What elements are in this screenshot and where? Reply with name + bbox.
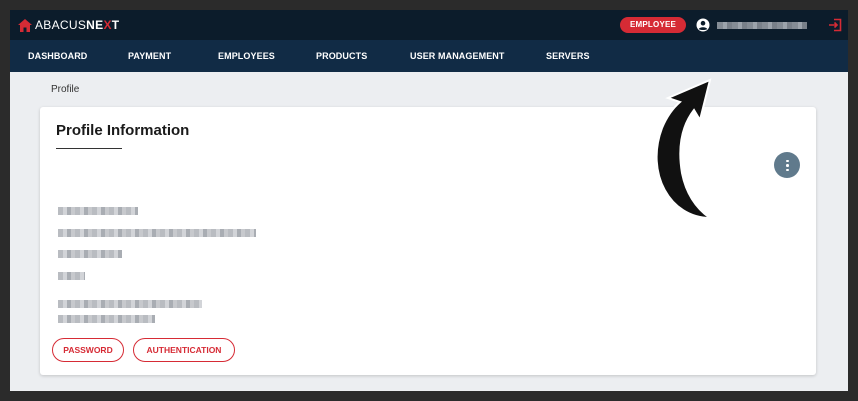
account-circle-icon[interactable] [696, 18, 710, 32]
profile-email-redacted [58, 229, 256, 237]
brand-logo[interactable]: ABACUS NEXT [18, 18, 119, 32]
brand-suffix-end: T [111, 18, 120, 32]
nav-item-dashboard[interactable]: DASHBOARD [28, 51, 87, 61]
authentication-button[interactable]: AUTHENTICATION [133, 338, 235, 362]
page-title: Profile Information [56, 122, 190, 139]
profile-extension-redacted [58, 272, 85, 280]
more-vertical-icon[interactable] [774, 152, 800, 178]
profile-address-line2-redacted [58, 315, 155, 323]
nav-item-employees[interactable]: EMPLOYEES [218, 51, 275, 61]
nav-item-payment[interactable]: PAYMENT [128, 51, 171, 61]
top-bar: ABACUS NEXT EMPLOYEE [10, 10, 848, 40]
nav-item-servers[interactable]: SERVERS [546, 51, 590, 61]
brand-suffix-part: NE [86, 18, 104, 32]
profile-phone-redacted [58, 250, 122, 258]
logout-icon[interactable] [828, 18, 842, 32]
brand-name-suffix: NEXT [86, 18, 119, 32]
password-button[interactable]: PASSWORD [52, 338, 124, 362]
house-logo-icon [18, 18, 32, 32]
breadcrumb: Profile [51, 84, 80, 95]
brand-name-prefix: ABACUS [35, 18, 87, 32]
nav-item-products[interactable]: PRODUCTS [316, 51, 367, 61]
profile-address-line1-redacted [58, 300, 202, 308]
brand-suffix-x: X [103, 18, 112, 32]
role-badge: EMPLOYEE [620, 17, 687, 33]
annotation-arrow-icon [655, 78, 714, 220]
title-underline [56, 148, 122, 149]
profile-name-redacted [58, 207, 138, 215]
nav-item-user-management[interactable]: USER MANAGEMENT [410, 51, 505, 61]
app-window: ABACUS NEXT EMPLOYEE DASHBOARD PAYMENT EM… [10, 10, 848, 391]
main-nav: DASHBOARD PAYMENT EMPLOYEES PRODUCTS USE… [10, 40, 848, 72]
username-redacted[interactable] [717, 22, 807, 29]
